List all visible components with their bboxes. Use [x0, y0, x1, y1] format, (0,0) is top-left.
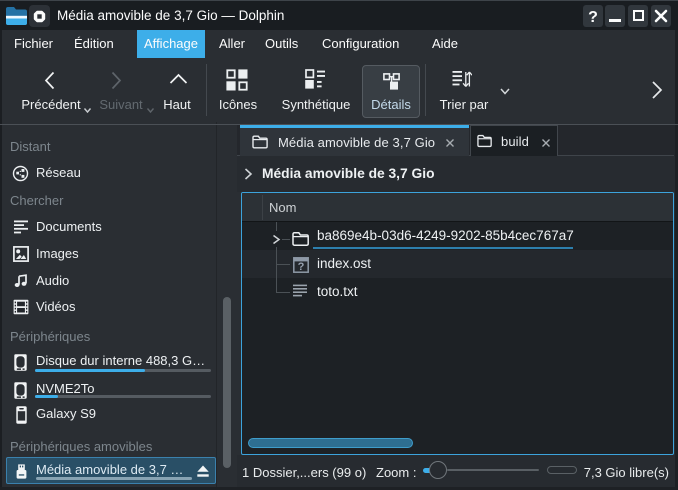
- svg-text:?: ?: [298, 261, 305, 273]
- svg-text:?: ?: [588, 9, 598, 23]
